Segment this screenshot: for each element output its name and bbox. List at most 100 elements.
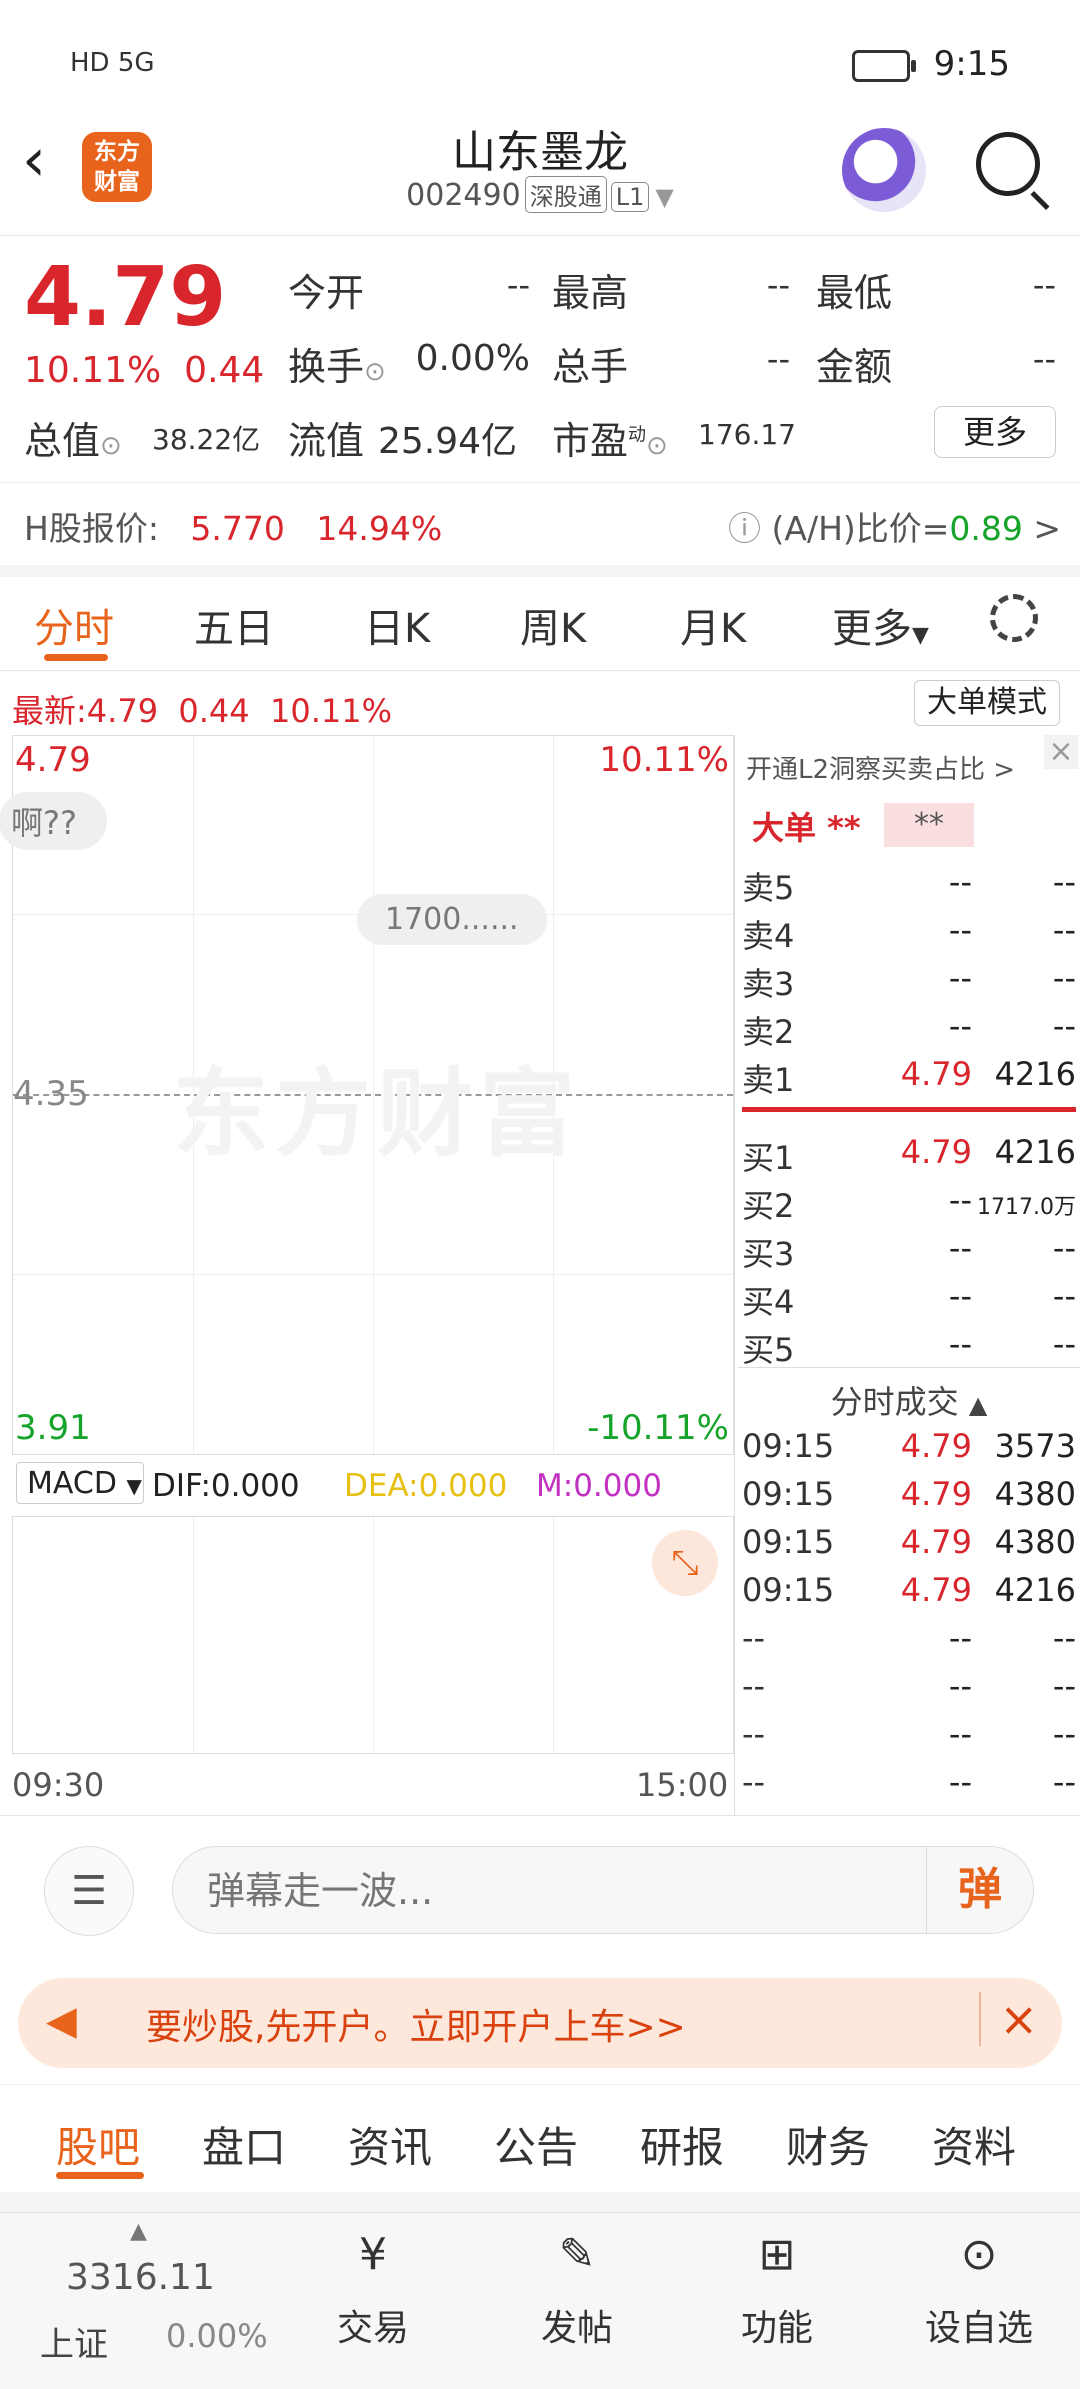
yen-icon: ¥ (359, 2229, 387, 2280)
status-bar: HD 5G 9:15 (0, 0, 1080, 110)
info-icon[interactable]: ⊙ (646, 431, 668, 461)
tab-monthly-k[interactable]: 月K (680, 596, 746, 654)
bid-row: 买3 -- -- (742, 1229, 1076, 1273)
banner-text: 要炒股,先开户。立即开户上车>> (146, 2007, 686, 2048)
info-icon[interactable]: ⊙ (100, 431, 122, 461)
big-order-mode-button[interactable]: 大单模式 (914, 680, 1060, 726)
latest-line: 最新:4.79 0.44 10.11% (12, 692, 392, 730)
trade-row: 09:15 4.79 3573 (742, 1427, 1076, 1465)
tab-weekly-k[interactable]: 周K (520, 596, 586, 654)
expand-icon[interactable]: ⤡ (652, 1530, 718, 1596)
tab-five-day[interactable]: 五日 (194, 596, 274, 654)
open-value: -- (506, 266, 530, 304)
tab-guba[interactable]: 股吧 (56, 2114, 140, 2175)
volume-label: 总手 (552, 345, 629, 389)
index-pct: 0.00% (166, 2317, 268, 2355)
danmu-send-button[interactable]: 弹 (926, 1847, 1033, 1933)
tag-sgt: 深股通 (524, 176, 607, 213)
bottom-nav: ▲ 3316.11 上证 0.00% ¥ 交易 ✎ 发帖 ⊞ 功能 ⊙ 设自选 (0, 2212, 1080, 2389)
ask-row: 卖1 4.79 4216 (742, 1055, 1076, 1099)
bid-row: 买1 4.79 4216 (742, 1133, 1076, 1177)
tab-intraday[interactable]: 分时 (34, 596, 114, 654)
ask-row: 卖3 -- -- (742, 959, 1076, 1003)
price-change: 10.11% 0.44 (24, 350, 265, 391)
time-end: 15:00 (636, 1766, 729, 1804)
chart-top-pct: 10.11% (599, 740, 729, 780)
robot-avatar[interactable] (842, 128, 926, 212)
caret-down-icon[interactable]: ▼ (655, 183, 673, 211)
float-value: 25.94亿 (378, 421, 518, 462)
turnover-value: 0.00% (415, 338, 530, 379)
order-book: 开通L2洞察买卖占比 > × 大单 ** ** 卖5 -- -- 卖4 -- -- 卖3… (738, 735, 1080, 1815)
macd-dif: DIF:0.000 (152, 1468, 300, 1504)
bid-row: 买2 -- 1717.0万 (742, 1181, 1076, 1225)
trades-header[interactable]: 分时成交 ▲ (738, 1377, 1080, 1423)
ask-row: 卖4 -- -- (742, 911, 1076, 955)
ask-row: 卖2 -- -- (742, 1007, 1076, 1051)
pe-label: 市盈动⊙ (552, 419, 668, 463)
network-indicator: HD 5G (70, 48, 155, 78)
open-label: 今开 (288, 271, 365, 315)
bid-row: 买5 -- -- (742, 1325, 1076, 1369)
caret-up-icon[interactable]: ▲ (130, 2219, 147, 2244)
amount-value: -- (1032, 340, 1056, 378)
turnover-label: 换手⊙ (288, 345, 386, 389)
gear-icon[interactable] (990, 594, 1038, 642)
trade-row: -- -- -- (742, 1667, 1076, 1705)
close-icon[interactable]: × (1044, 735, 1078, 769)
caret-down-icon: ▼ (126, 1474, 142, 1498)
low-label: 最低 (816, 271, 893, 315)
battery-icon (852, 50, 916, 82)
current-price: 4.79 (24, 250, 227, 345)
trade-row: -- -- -- (742, 1763, 1076, 1801)
intraday-chart[interactable]: 东方财富 4.79 10.11% 4.35 3.91 -10.11% 啊?? 1… (0, 735, 734, 1455)
volume-value: -- (766, 340, 790, 378)
tab-announcements[interactable]: 公告 (494, 2114, 578, 2175)
tab-news[interactable]: 资讯 (348, 2114, 432, 2175)
nav-trade[interactable]: ¥ 交易 (298, 2227, 448, 2351)
stock-code: 002490 (406, 178, 521, 213)
ah-ratio[interactable]: ⓘ (A/H)比价=0.89 > (728, 502, 1061, 550)
search-icon[interactable] (976, 132, 1040, 196)
caret-up-icon: ▲ (968, 1391, 988, 1419)
trade-row: 09:15 4.79 4380 (742, 1475, 1076, 1513)
open-account-banner[interactable]: ◀ 要炒股,先开户。立即开户上车>> × (18, 1978, 1062, 2068)
close-icon[interactable]: × (979, 1992, 1038, 2046)
trade-row: 09:15 4.79 4216 (742, 1571, 1076, 1609)
indicator-select[interactable]: MACD ▼ (16, 1462, 144, 1504)
h-share-row[interactable]: H股报价: 5.770 14.94% (24, 502, 442, 550)
bid-row: 买4 -- -- (742, 1277, 1076, 1321)
pe-value: 176.17 (698, 418, 796, 451)
index-value[interactable]: 3316.11 (66, 2257, 215, 2298)
tab-pankou[interactable]: 盘口 (202, 2114, 286, 2175)
chart-bottom-price: 3.91 (15, 1408, 91, 1448)
l2-upgrade-link[interactable]: 开通L2洞察买卖占比 > (746, 749, 1015, 786)
edit-icon: ✎ (558, 2229, 596, 2280)
nav-functions[interactable]: ⊞ 功能 (702, 2227, 852, 2351)
mcap-label: 总值⊙ (24, 419, 122, 463)
macd-m: M:0.000 (536, 1468, 662, 1504)
more-quote-button[interactable]: 更多 (934, 406, 1056, 458)
info-icon[interactable]: ⊙ (364, 357, 386, 387)
tab-daily-k[interactable]: 日K (364, 596, 430, 654)
megaphone-icon: ◀ (46, 1998, 77, 2044)
tab-finance[interactable]: 财务 (786, 2114, 870, 2175)
help-icon: ⓘ (728, 509, 761, 548)
big-deal-label: 大单 ** (752, 809, 861, 847)
macd-chart[interactable] (12, 1516, 734, 1754)
high-value: -- (766, 266, 790, 304)
macd-dea: DEA:0.000 (344, 1468, 508, 1504)
tab-research[interactable]: 研报 (640, 2114, 724, 2175)
tab-profile[interactable]: 资料 (932, 2114, 1016, 2175)
danmu-input[interactable] (205, 1847, 889, 1935)
chart-mid-price: 4.35 (13, 1074, 89, 1114)
tab-more[interactable]: 更多▼ (832, 596, 929, 654)
grid-icon: ⊞ (758, 2229, 796, 2280)
float-label: 流值 (288, 419, 365, 463)
nav-post[interactable]: ✎ 发帖 (502, 2227, 652, 2351)
trade-row: 09:15 4.79 4380 (742, 1523, 1076, 1561)
note-icon[interactable]: ☰ (44, 1846, 134, 1936)
danmu-input-box[interactable]: 弹 (172, 1846, 1034, 1935)
nav-add-watchlist[interactable]: ⊙ 设自选 (904, 2227, 1054, 2351)
more-dots-icon: ⊙ (960, 2229, 998, 2280)
